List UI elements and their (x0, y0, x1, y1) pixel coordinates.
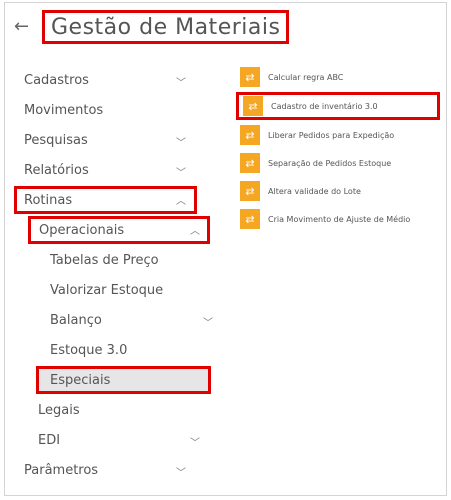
list-item[interactable]: ⇄ Calcular regra ABC (240, 66, 343, 88)
list-item-highlighted[interactable]: ⇄ Cadastro de inventário 3.0 (236, 92, 440, 120)
chevron-down-icon[interactable]: ﹀ (190, 434, 200, 449)
list-item[interactable]: ⇄ Altera validade do Lote (240, 180, 361, 202)
title-highlight: Gestão de Materiais (42, 10, 290, 44)
menu-item-estoque-30[interactable]: Estoque 3.0 (50, 338, 127, 362)
menu-item-parametros[interactable]: Parâmetros (24, 458, 98, 482)
menu-item-legais[interactable]: Legais (38, 398, 80, 422)
menu-item-movimentos[interactable]: Movimentos (24, 98, 103, 122)
swap-icon: ⇄ (240, 125, 260, 145)
swap-icon: ⇄ (243, 96, 263, 116)
chevron-down-icon[interactable]: ﹀ (176, 74, 186, 89)
menu-item-cadastros[interactable]: Cadastros (24, 68, 89, 92)
swap-icon: ⇄ (240, 67, 260, 87)
chevron-down-icon[interactable]: ﹀ (176, 164, 186, 179)
menu-item-rotinas[interactable]: Rotinas (14, 186, 197, 214)
back-arrow-icon[interactable]: ← (14, 12, 38, 42)
menu-item-operacionais[interactable]: Operacionais (28, 216, 210, 244)
menu-item-pesquisas[interactable]: Pesquisas (24, 128, 88, 152)
menu-item-valorizar-estoque[interactable]: Valorizar Estoque (50, 278, 163, 302)
page-header: ← Gestão de Materiais (14, 10, 290, 44)
menu-item-balanco[interactable]: Balanço (50, 308, 102, 332)
swap-icon: ⇄ (240, 181, 260, 201)
chevron-down-icon[interactable]: ﹀ (203, 314, 213, 329)
swap-icon: ⇄ (240, 153, 260, 173)
menu-item-relatorios[interactable]: Relatórios (24, 158, 89, 182)
page-title: Gestão de Materiais (51, 14, 281, 40)
list-item[interactable]: ⇄ Liberar Pedidos para Expedição (240, 124, 394, 146)
menu-item-edi[interactable]: EDI (38, 428, 60, 452)
chevron-down-icon[interactable]: ﹀ (176, 134, 186, 149)
menu-item-especiais[interactable]: Especiais (36, 366, 211, 394)
chevron-up-icon[interactable]: ︿ (190, 222, 200, 237)
menu-item-tabelas-preco[interactable]: Tabelas de Preço (50, 248, 159, 272)
list-item[interactable]: ⇄ Separação de Pedidos Estoque (240, 152, 391, 174)
chevron-up-icon[interactable]: ︿ (176, 192, 186, 207)
swap-icon: ⇄ (240, 209, 260, 229)
chevron-down-icon[interactable]: ﹀ (176, 464, 186, 479)
list-item[interactable]: ⇄ Cria Movimento de Ajuste de Médio (240, 208, 410, 230)
